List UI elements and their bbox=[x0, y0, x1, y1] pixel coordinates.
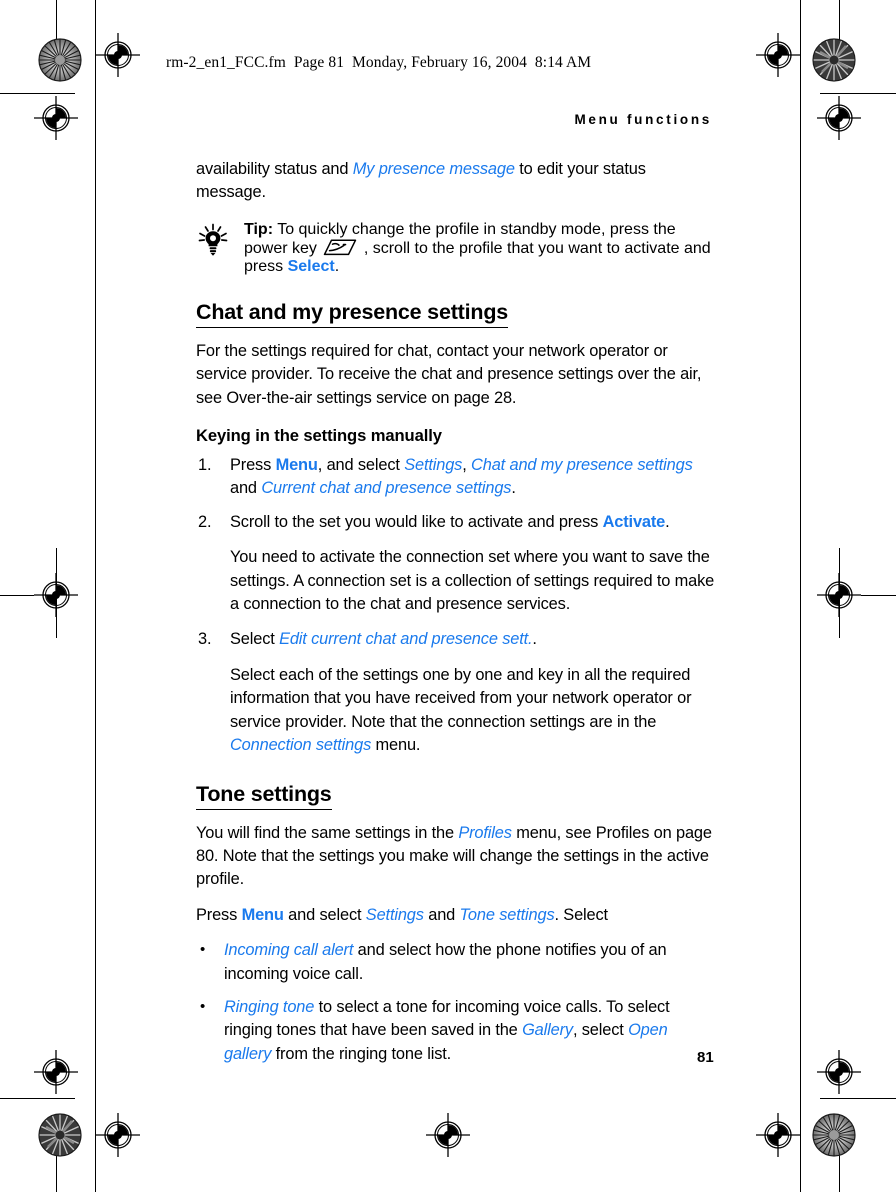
step-3-note-part2: menu. bbox=[371, 736, 421, 755]
numbered-step-2: 2. Scroll to the set you would like to ac… bbox=[196, 511, 716, 534]
command-select: Select bbox=[287, 257, 335, 275]
step-1-part4: and bbox=[230, 479, 262, 498]
tip-label: Tip: bbox=[244, 220, 274, 238]
step-1-part1: Press bbox=[230, 456, 276, 475]
menu-item-ringing-tone: Ringing tone bbox=[224, 997, 315, 1016]
power-key-icon bbox=[323, 239, 357, 256]
step-3-note: Select each of the settings one by one a… bbox=[196, 664, 716, 758]
menu-item-my-presence-message: My presence message bbox=[352, 160, 515, 178]
bullet-marker: • bbox=[200, 941, 206, 959]
step-3-part2: . bbox=[532, 630, 537, 649]
page-content: availability status and My presence mess… bbox=[196, 158, 716, 1066]
menu-item-incoming-call-alert: Incoming call alert bbox=[224, 941, 354, 960]
manual-page: Menu functions availability status and M… bbox=[0, 0, 896, 1192]
press-part2: and select bbox=[283, 905, 366, 924]
page-number: 81 bbox=[697, 1049, 714, 1066]
press-part4: . Select bbox=[554, 905, 609, 924]
subheading-keying-in-settings: Keying in the settings manually bbox=[196, 426, 442, 446]
tip-part3: . bbox=[334, 257, 340, 275]
step-2-number: 2. bbox=[198, 512, 212, 531]
command-menu: Menu bbox=[275, 456, 318, 475]
step-1-part2: , and select bbox=[317, 456, 405, 475]
menu-item-profiles: Profiles bbox=[458, 823, 512, 842]
tone-paragraph: You will find the same settings in the P… bbox=[196, 822, 716, 892]
menu-item-current-chat-and-presence-settings: Current chat and presence settings bbox=[261, 479, 512, 498]
menu-item-edit-current-chat-and-presence-sett: Edit current chat and presence sett. bbox=[279, 630, 533, 649]
chat-paragraph: For the settings required for chat, cont… bbox=[196, 341, 702, 407]
intro-part1: availability status and bbox=[196, 160, 353, 178]
step-2-part2: . bbox=[665, 512, 670, 531]
numbered-step-1: 1. Press Menu, and select Settings, Chat … bbox=[196, 454, 716, 501]
numbered-step-3: 3. Select Edit current chat and presence … bbox=[196, 628, 716, 651]
lightbulb-icon bbox=[196, 223, 230, 257]
bullet-item-incoming-call-alert: • Incoming call alert and select how the … bbox=[196, 939, 716, 986]
command-menu-tone: Menu bbox=[241, 905, 284, 924]
menu-item-settings: Settings bbox=[404, 456, 463, 475]
intro-paragraph: availability status and My presence mess… bbox=[196, 158, 716, 205]
step-2-part1: Scroll to the set you would like to acti… bbox=[230, 512, 603, 531]
press-part3: and bbox=[423, 905, 460, 924]
tone-part1: You will find the same settings in the bbox=[196, 823, 459, 842]
step-1-number: 1. bbox=[198, 456, 212, 475]
menu-item-connection-settings: Connection settings bbox=[230, 736, 372, 755]
running-head: Menu functions bbox=[574, 112, 712, 127]
step-3-number: 3. bbox=[198, 630, 212, 649]
menu-item-chat-and-my-presence-settings: Chat and my presence settings bbox=[471, 456, 693, 475]
menu-item-gallery: Gallery bbox=[522, 1021, 573, 1040]
press-part1: Press bbox=[196, 905, 242, 924]
step-2-note: You need to activate the connection set … bbox=[230, 548, 715, 614]
bullet-2-part3: from the ringing tone list. bbox=[271, 1044, 452, 1063]
step-1-part3: , bbox=[462, 456, 472, 475]
menu-item-settings-tone: Settings bbox=[365, 905, 424, 924]
bullet-2-part2: , select bbox=[572, 1021, 629, 1040]
section-heading-chat-presence: Chat and my presence settings bbox=[196, 300, 508, 328]
tip-block: Tip: To quickly change the profile in st… bbox=[196, 221, 716, 276]
command-activate: Activate bbox=[602, 512, 666, 531]
step-1-part5: . bbox=[511, 479, 516, 498]
step-3-part1: Select bbox=[230, 630, 280, 649]
step-3-note-part1: Select each of the settings one by one a… bbox=[230, 665, 692, 731]
tone-press-line: Press Menu and select Settings and Tone … bbox=[196, 904, 716, 927]
bullet-marker: • bbox=[200, 997, 206, 1015]
bullet-item-ringing-tone: • Ringing tone to select a tone for incom… bbox=[196, 996, 716, 1066]
section-heading-tone-settings: Tone settings bbox=[196, 782, 332, 810]
menu-item-tone-settings: Tone settings bbox=[459, 905, 555, 924]
